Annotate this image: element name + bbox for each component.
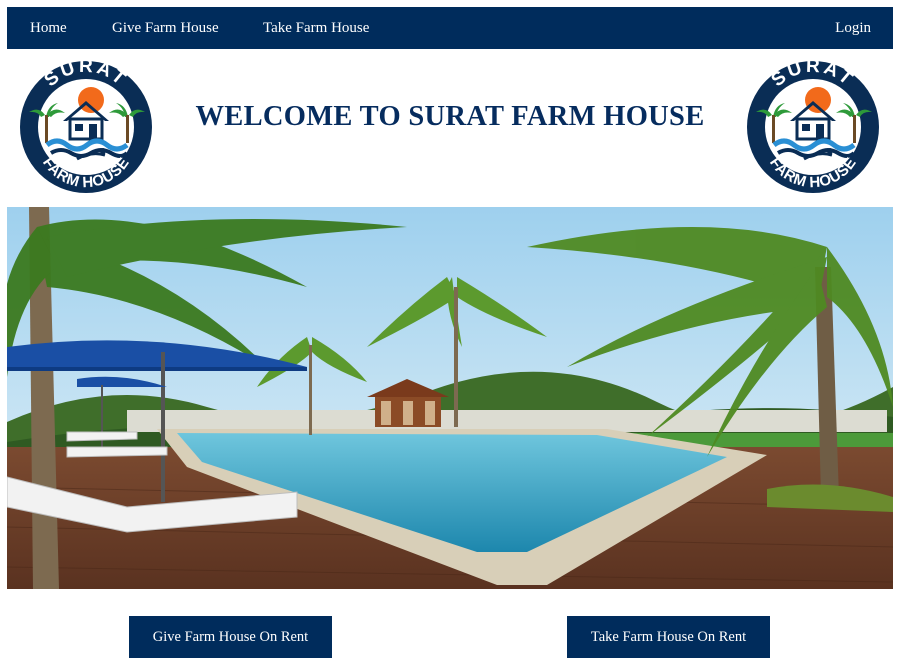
take-farm-house-on-rent-button[interactable]: Take Farm House On Rent [567,616,770,658]
nav-login-link[interactable]: Login [835,20,871,37]
farm-house-logo-icon: SURAT FARM HOUSE [20,56,152,193]
resort-pool-photo [7,207,893,589]
farm-house-logo-icon: SURAT FARM HOUSE [747,56,879,193]
top-navbar: Home Give Farm House Take Farm House Log… [7,7,893,49]
page-title: WELCOME TO SURAT FARM HOUSE [195,101,705,132]
give-farm-house-on-rent-button[interactable]: Give Farm House On Rent [129,616,332,658]
logo-left: SURAT FARM HOUSE [17,56,155,199]
hero-image [7,207,893,589]
nav-give-farm-house-link[interactable]: Give Farm House [112,20,219,37]
nav-home-link[interactable]: Home [30,20,67,37]
logo-right: SURAT FARM HOUSE [744,56,882,199]
nav-take-farm-house-link[interactable]: Take Farm House [263,20,369,37]
